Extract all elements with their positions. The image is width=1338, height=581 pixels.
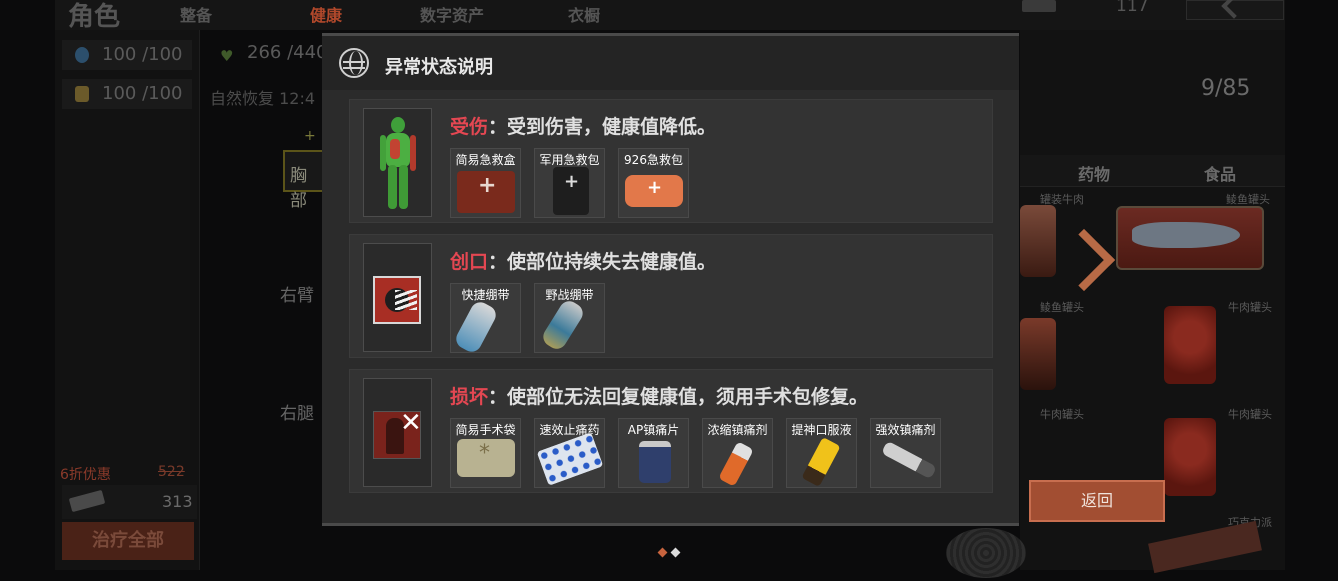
status-row-wound: 创口 ：使部位持续失去健康值。 快捷绷带 野战绷带 — [349, 234, 993, 358]
globe-icon — [339, 48, 369, 78]
beef-can-image[interactable] — [1164, 418, 1216, 496]
bandage-icon — [452, 298, 500, 356]
broken-limb-icon: ✕ — [373, 408, 422, 459]
stomach-icon — [75, 86, 89, 102]
wound-icon — [373, 276, 421, 324]
status-help-modal: 异常状态说明 受伤 ：受到伤害，健康值降低。 简易急救盒 军用急救包 926急救… — [322, 33, 1019, 526]
water-drop-icon — [75, 47, 89, 63]
heal-all-button[interactable]: 治疗全部 — [62, 522, 194, 560]
water-value: 100 /100 — [102, 44, 183, 65]
health-value: 266 /440 — [247, 42, 328, 63]
item-quick-bandage[interactable]: 快捷绷带 — [450, 283, 521, 356]
item-military-first-aid-kit[interactable]: 军用急救包 — [534, 148, 605, 218]
beef-can-image[interactable] — [1020, 205, 1056, 277]
status-icon-box: ✕ — [363, 378, 432, 487]
pagination-dots — [657, 547, 681, 558]
inventory-tabbar — [1020, 155, 1285, 187]
tin-image — [946, 528, 1026, 578]
syringe-icon — [880, 440, 938, 480]
page-dot[interactable] — [670, 547, 681, 558]
fish-can-image[interactable] — [1020, 318, 1056, 390]
heart-icon: ♥ — [220, 47, 234, 65]
status-icon-box — [363, 108, 432, 217]
status-description: ：受到伤害，健康值降低。 — [488, 116, 717, 138]
page-dot-active[interactable] — [657, 547, 668, 558]
item-label: 牛肉罐头 — [1040, 408, 1084, 421]
modal-header: 异常状态说明 — [322, 36, 1019, 90]
military-kit-icon — [553, 167, 589, 215]
status-description: ：使部位无法回复健康值，须用手术包修复。 — [488, 386, 869, 408]
beef-can-image[interactable] — [1164, 306, 1216, 384]
item-list: 简易急救盒 军用急救包 926急救包 — [450, 148, 689, 220]
inventory-count: 9/85 — [1201, 76, 1251, 101]
injured-body-icon — [380, 117, 416, 209]
page-title: 角色 — [68, 2, 121, 32]
body-part-right-leg[interactable]: 右腿 — [280, 399, 314, 424]
currency-count: 117 — [1116, 0, 1149, 16]
bandage-icon — [539, 297, 587, 353]
discount-label: 6折优惠 — [60, 467, 111, 483]
back-button[interactable] — [1186, 0, 1284, 20]
body-part-right-arm[interactable]: 右臂 — [280, 281, 314, 306]
tab-digital-assets[interactable]: 数字资产 — [420, 2, 484, 26]
status-name: 受伤 — [450, 116, 489, 138]
item-label: 牛肉罐头 — [1228, 301, 1272, 314]
status-row-injured: 受伤 ：受到伤害，健康值降低。 简易急救盒 军用急救包 926急救包 — [349, 99, 993, 223]
recovery-timer: 自然恢复 12:4 — [210, 89, 316, 108]
tab-equipment[interactable]: 整备 — [180, 2, 212, 26]
item-label: 鲮鱼罐头 — [1226, 193, 1270, 206]
return-button[interactable]: 返回 — [1029, 480, 1165, 522]
modal-title: 异常状态说明 — [385, 57, 493, 78]
tab-health[interactable]: 健康 — [310, 2, 342, 26]
item-stimulant-oral-liquid[interactable]: 提神口服液 — [786, 418, 857, 488]
tab-medicine[interactable]: 药物 — [1078, 161, 1110, 185]
item-simple-first-aid-box[interactable]: 简易急救盒 — [450, 148, 521, 218]
energy-stat: 100 /100 — [62, 79, 192, 109]
status-icon-box — [363, 243, 432, 352]
aid-pouch-icon — [625, 175, 683, 207]
item-concentrated-painkiller[interactable]: 浓缩镇痛剂 — [702, 418, 773, 488]
currency-icon — [68, 489, 106, 513]
item-label: 牛肉罐头 — [1228, 408, 1272, 421]
item-list: 简易手术袋 速效止痛药 AP镇痛片 浓缩镇痛剂 提神口服液 强效镇痛剂 — [450, 418, 941, 490]
pill-bottle-icon — [639, 441, 671, 483]
item-ap-painkiller[interactable]: AP镇痛片 — [618, 418, 689, 488]
status-description: ：使部位持续失去健康值。 — [488, 251, 717, 273]
item-list: 快捷绷带 野战绷带 — [450, 283, 605, 356]
vial-icon — [801, 436, 841, 488]
item-926-first-aid-kit[interactable]: 926急救包 — [618, 148, 689, 218]
fish-can-image[interactable] — [1116, 206, 1264, 270]
water-stat: 100 /100 — [62, 40, 192, 70]
tab-wardrobe[interactable]: 衣橱 — [568, 2, 600, 26]
first-aid-box-icon — [457, 171, 515, 213]
item-strong-painkiller[interactable]: 强效镇痛剂 — [870, 418, 941, 488]
status-name: 损坏 — [450, 386, 489, 408]
item-label: 鲮鱼罐头 — [1040, 301, 1084, 314]
item-field-bandage[interactable]: 野战绷带 — [534, 283, 605, 353]
item-fast-painkiller[interactable]: 速效止痛药 — [534, 418, 605, 488]
surgery-bag-icon — [457, 439, 515, 477]
status-row-broken: ✕ 损坏 ：使部位无法回复健康值，须用手术包修复。 简易手术袋 速效止痛药 AP… — [349, 369, 993, 493]
energy-value: 100 /100 — [102, 83, 183, 104]
item-simple-surgery-bag[interactable]: 简易手术袋 — [450, 418, 521, 488]
plus-icon: + — [304, 128, 316, 144]
pills-icon — [536, 432, 604, 486]
status-name: 创口 — [450, 251, 489, 273]
tube-icon — [718, 441, 754, 487]
currency-icon — [1022, 0, 1056, 12]
tab-food[interactable]: 食品 — [1204, 161, 1236, 185]
heal-price: 313 — [162, 492, 193, 511]
old-price: 522 — [158, 464, 185, 480]
top-bar — [55, 0, 1285, 30]
